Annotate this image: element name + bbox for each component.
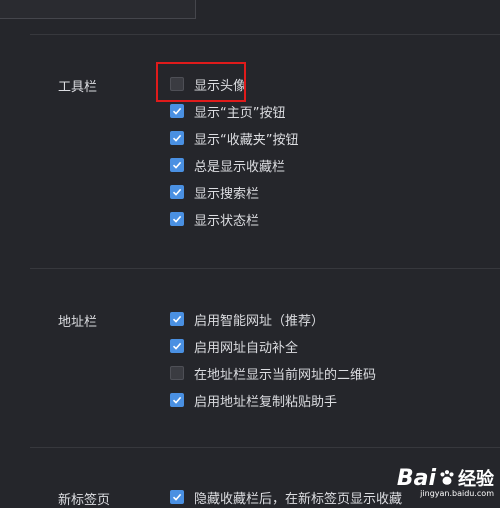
check-icon xyxy=(172,188,182,196)
baidu-watermark: Bai 经验 jingyan.baidu.com xyxy=(396,465,494,499)
divider-bottom xyxy=(30,447,500,448)
checkbox-checked[interactable] xyxy=(170,490,184,504)
section-label-toolbar: 工具栏 xyxy=(58,80,98,95)
check-icon xyxy=(172,493,182,501)
paw-icon xyxy=(440,470,454,485)
checkbox-unchecked[interactable] xyxy=(170,366,184,380)
section-label-address-bar: 地址栏 xyxy=(58,315,98,330)
option-show-qr-code[interactable]: 在地址栏显示当前网址的二维码 xyxy=(170,364,377,383)
check-icon xyxy=(172,107,182,115)
option-url-autocomplete[interactable]: 启用网址自动补全 xyxy=(170,337,299,356)
checkbox-checked[interactable] xyxy=(170,339,184,353)
checkbox-checked[interactable] xyxy=(170,185,184,199)
check-icon xyxy=(172,396,182,404)
watermark-suffix: 经验 xyxy=(458,469,494,490)
option-smart-url[interactable]: 启用智能网址（推荐） xyxy=(170,310,325,329)
check-icon xyxy=(172,315,182,323)
checkbox-checked[interactable] xyxy=(170,312,184,326)
check-icon xyxy=(172,215,182,223)
option-label: 启用地址栏复制粘贴助手 xyxy=(194,394,338,410)
option-show-home-button[interactable]: 显示“主页”按钮 xyxy=(170,102,286,121)
option-label: 在地址栏显示当前网址的二维码 xyxy=(194,367,377,383)
check-icon xyxy=(172,134,182,142)
option-label: 显示搜索栏 xyxy=(194,186,260,202)
checkbox-checked[interactable] xyxy=(170,104,184,118)
check-icon xyxy=(172,161,182,169)
option-label: 启用智能网址（推荐） xyxy=(194,313,325,329)
watermark-brand: Bai xyxy=(396,465,436,491)
divider-middle xyxy=(30,268,500,269)
option-always-show-favorites-bar[interactable]: 总是显示收藏栏 xyxy=(170,156,286,175)
option-show-status-bar[interactable]: 显示状态栏 xyxy=(170,210,260,229)
checkbox-checked[interactable] xyxy=(170,393,184,407)
checkbox-checked[interactable] xyxy=(170,158,184,172)
option-show-search-bar[interactable]: 显示搜索栏 xyxy=(170,183,260,202)
option-label: 总是显示收藏栏 xyxy=(194,159,286,175)
option-label: 显示状态栏 xyxy=(194,213,260,229)
checkbox-checked[interactable] xyxy=(170,131,184,145)
highlight-box xyxy=(156,62,246,102)
option-label: 启用网址自动补全 xyxy=(194,340,299,356)
section-label-new-tab: 新标签页 xyxy=(58,493,111,508)
option-show-favorites-in-new-tab[interactable]: 隐藏收藏栏后，在新标签页显示收藏 xyxy=(170,488,403,507)
checkbox-checked[interactable] xyxy=(170,212,184,226)
watermark-url: jingyan.baidu.com xyxy=(420,489,494,498)
option-copy-paste-helper[interactable]: 启用地址栏复制粘贴助手 xyxy=(170,391,338,410)
top-input-box xyxy=(0,0,196,19)
divider-top xyxy=(30,34,500,35)
option-label: 隐藏收藏栏后，在新标签页显示收藏 xyxy=(194,491,403,507)
check-icon xyxy=(172,342,182,350)
option-label: 显示“收藏夹”按钮 xyxy=(194,132,299,148)
option-label: 显示“主页”按钮 xyxy=(194,105,286,121)
option-show-favorites-button[interactable]: 显示“收藏夹”按钮 xyxy=(170,129,299,148)
